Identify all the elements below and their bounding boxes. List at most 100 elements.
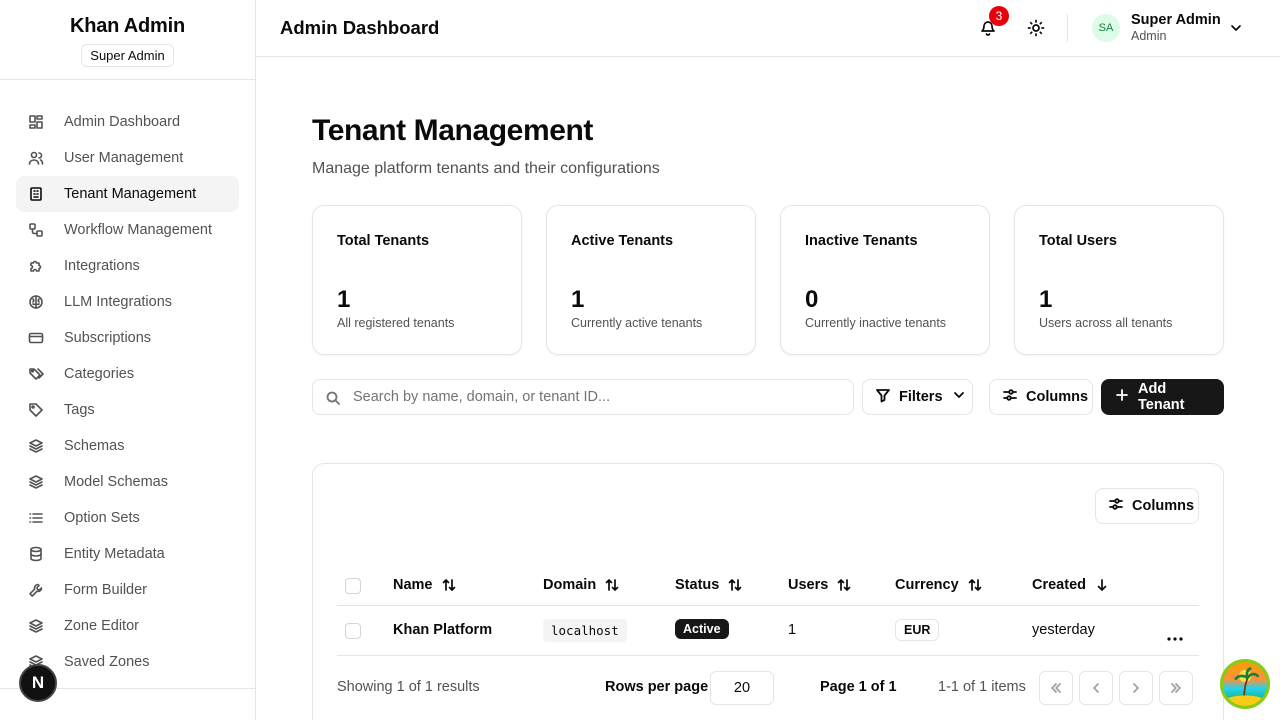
sidebar-item-label: Tenant Management	[64, 186, 197, 202]
stat-description: Currently active tenants	[571, 316, 703, 330]
column-header-status[interactable]: Status	[675, 577, 743, 593]
sort-arrows-icon	[728, 579, 742, 591]
rows-per-page-select[interactable]: 20	[710, 671, 774, 705]
table-header-divider	[337, 605, 1199, 606]
tenant-name-cell[interactable]: Khan Platform	[393, 622, 492, 638]
brand-title: Khan Admin	[69, 15, 186, 37]
stat-card-inactive-tenants: Inactive Tenants 0 Currently inactive te…	[780, 205, 990, 355]
select-all-checkbox[interactable]	[345, 578, 361, 594]
sidebar-item-subscriptions[interactable]: Subscriptions	[16, 320, 239, 356]
first-page-button[interactable]	[1039, 671, 1073, 705]
chevrons-right-icon	[1171, 683, 1181, 693]
column-header-label: Currency	[895, 577, 959, 593]
filter-icon	[875, 387, 891, 407]
building-icon	[28, 186, 44, 202]
column-header-label: Created	[1032, 577, 1086, 593]
chevron-left-icon	[1093, 683, 1099, 693]
search-input[interactable]: Search by name, domain, or tenant ID...	[312, 379, 854, 415]
column-header-users[interactable]: Users	[788, 577, 852, 593]
theme-toggle-sun-icon[interactable]	[1027, 19, 1045, 37]
table-columns-button[interactable]: Columns	[1095, 488, 1199, 524]
sidebar-item-label: Entity Metadata	[64, 546, 165, 562]
layers-icon	[28, 618, 44, 634]
sidebar: Khan Admin Super Admin Admin Dashboard U…	[0, 0, 256, 720]
previous-page-button[interactable]	[1079, 671, 1113, 705]
row-checkbox[interactable]	[345, 623, 361, 639]
workflow-icon	[28, 222, 44, 238]
user-role: Admin	[1131, 29, 1167, 43]
stat-label: Inactive Tenants	[805, 233, 918, 249]
sidebar-item-tenant-management[interactable]: Tenant Management	[16, 176, 239, 212]
sidebar-item-zone-editor[interactable]: Zone Editor	[16, 608, 239, 644]
sidebar-item-user-management[interactable]: User Management	[16, 140, 239, 176]
sidebar-item-schemas[interactable]: Schemas	[16, 428, 239, 464]
sidebar-item-label: User Management	[64, 150, 184, 166]
sort-arrows-icon	[968, 579, 982, 591]
layout-dashboard-icon	[28, 114, 44, 130]
search-icon	[325, 390, 341, 406]
sidebar-item-admin-dashboard[interactable]: Admin Dashboard	[16, 104, 239, 140]
role-badge: Super Admin	[81, 44, 174, 67]
assistant-avatar-icon[interactable]	[1220, 659, 1270, 709]
column-header-created[interactable]: Created	[1032, 577, 1110, 593]
tenant-created-cell: yesterday	[1032, 622, 1095, 638]
sidebar-item-categories[interactable]: Categories	[16, 356, 239, 392]
next-dev-badge[interactable]: N	[19, 664, 57, 702]
sidebar-item-llm-integrations[interactable]: LLM Integrations	[16, 284, 239, 320]
plus-icon	[1114, 387, 1130, 407]
sidebar-item-label: Integrations	[64, 258, 140, 274]
notification-count-badge: 3	[989, 6, 1009, 26]
column-header-currency[interactable]: Currency	[895, 577, 983, 593]
column-header-name[interactable]: Name	[393, 577, 457, 593]
sidebar-item-tags[interactable]: Tags	[16, 392, 239, 428]
next-page-button[interactable]	[1119, 671, 1153, 705]
sidebar-item-label: Categories	[64, 366, 135, 382]
column-header-label: Domain	[543, 577, 597, 593]
topbar-title: Admin Dashboard	[280, 17, 440, 38]
sidebar-item-workflow-management[interactable]: Workflow Management	[16, 212, 239, 248]
sidebar-item-label: Zone Editor	[64, 618, 139, 634]
filters-label: Filters	[899, 389, 943, 405]
arrow-down-icon	[1097, 579, 1107, 591]
sort-arrows-icon	[605, 579, 619, 591]
more-actions-icon[interactable]	[1167, 628, 1183, 641]
sidebar-item-option-sets[interactable]: Option Sets	[16, 500, 239, 536]
column-header-label: Name	[393, 577, 433, 593]
stat-label: Active Tenants	[571, 233, 674, 249]
sidebar-item-label: LLM Integrations	[64, 294, 173, 310]
layers-icon	[28, 474, 44, 490]
sidebar-item-integrations[interactable]: Integrations	[16, 248, 239, 284]
items-range: 1-1 of 1 items	[938, 679, 1026, 695]
sidebar-header: Khan Admin Super Admin	[0, 0, 255, 80]
columns-label: Columns	[1132, 498, 1195, 514]
stat-card-active-tenants: Active Tenants 1 Currently active tenant…	[546, 205, 756, 355]
last-page-button[interactable]	[1159, 671, 1193, 705]
user-name[interactable]: Super Admin	[1131, 12, 1221, 28]
column-header-domain[interactable]: Domain	[543, 577, 620, 593]
sidebar-item-entity-metadata[interactable]: Entity Metadata	[16, 536, 239, 572]
sidebar-item-label: Subscriptions	[64, 330, 152, 346]
add-tenant-button[interactable]: Add Tenant	[1101, 379, 1224, 415]
stat-value: 0	[805, 286, 819, 313]
column-header-label: Users	[788, 577, 829, 593]
chevron-down-icon[interactable]	[1229, 21, 1243, 35]
layers-icon	[28, 438, 44, 454]
avatar[interactable]: SA	[1092, 14, 1120, 42]
stat-description: Currently inactive tenants	[805, 316, 947, 330]
filters-button[interactable]: Filters	[862, 379, 973, 415]
wrench-icon	[28, 582, 44, 598]
settings-sliders-icon	[1108, 496, 1124, 516]
page-title: Tenant Management	[312, 114, 594, 147]
columns-button[interactable]: Columns	[989, 379, 1093, 415]
sort-arrows-icon	[837, 579, 851, 591]
tags-icon	[28, 366, 44, 382]
chevron-down-icon	[951, 387, 967, 407]
credit-card-icon	[28, 330, 44, 346]
search-placeholder: Search by name, domain, or tenant ID...	[353, 389, 611, 405]
sidebar-item-label: Saved Zones	[64, 654, 150, 670]
add-tenant-label: Add Tenant	[1138, 381, 1185, 413]
sidebar-item-form-builder[interactable]: Form Builder	[16, 572, 239, 608]
sidebar-item-model-schemas[interactable]: Model Schemas	[16, 464, 239, 500]
page-subtitle: Manage platform tenants and their config…	[312, 160, 660, 177]
stat-value: 1	[337, 286, 351, 313]
